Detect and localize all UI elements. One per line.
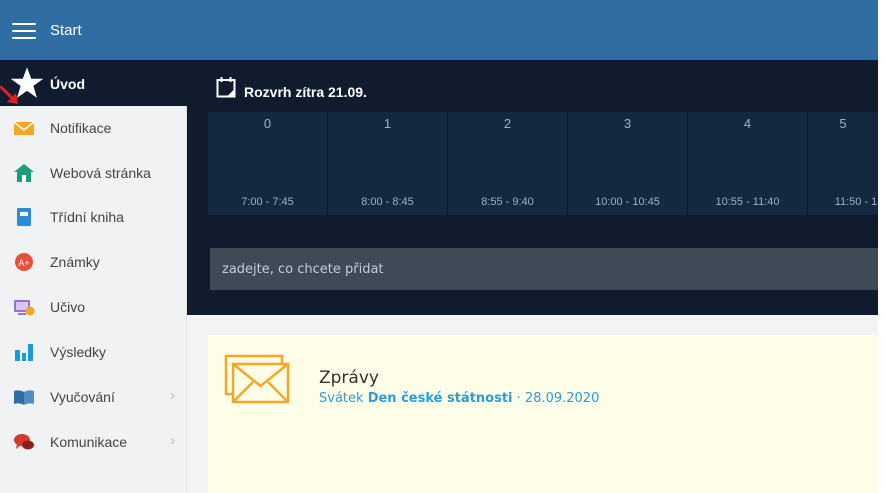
period-time: 8:55 - 9:40 [481,196,534,208]
monitor-icon [14,300,35,316]
sidebar-item-label: Učivo [50,299,86,315]
period-cell[interactable]: 2 8:55 - 9:40 [448,112,568,215]
sidebar-item-ucivo[interactable]: Učivo [0,285,186,329]
menu-icon[interactable] [12,23,36,39]
sidebar-item-label: Webová stránka [50,165,151,181]
chevron-right-icon: › [170,432,176,449]
open-book-icon [14,390,34,405]
period-time: 7:00 - 7:45 [241,196,294,208]
bar-chart-icon [15,344,33,361]
sidebar-item-label: Komunikace [50,434,128,450]
envelope-icon [224,354,290,404]
book-icon [17,208,31,226]
holiday-date: · 28.09.2020 [516,391,600,406]
svg-text:A+: A+ [18,258,29,268]
period-cell[interactable]: 4 10:55 - 11:40 [688,112,808,215]
sidebar-item-tridni-kniha[interactable]: Třídní kniha [0,195,186,239]
home-link[interactable]: Úvod [0,60,186,106]
period-number: 1 [383,116,392,131]
period-number: 2 [503,116,512,131]
sidebar-item-vyucovani[interactable]: Vyučování › [0,375,186,419]
schedule-periods: 0 7:00 - 7:45 1 8:00 - 8:45 2 8:55 - 9:4… [208,112,878,215]
sidebar-item-label: Notifikace [50,120,112,136]
period-number: 0 [263,116,272,131]
period-cell[interactable]: 0 7:00 - 7:45 [208,112,328,215]
sidebar-item-label: Známky [50,254,100,270]
sidebar-item-znamky[interactable]: A+ Známky [0,240,186,284]
period-cell[interactable]: 5 11:50 - 1 [808,112,878,215]
period-number: 4 [743,116,752,131]
holiday-name: Den české státnosti [367,391,513,406]
pointer-arrow-icon [0,86,18,104]
add-input[interactable] [210,248,878,290]
sidebar-item-komunikace[interactable]: Komunikace › [0,420,186,464]
period-number: 3 [623,116,632,131]
schedule-title-text: Rozvrh zítra 21.09. [244,84,367,100]
sidebar-item-label: Výsledky [50,344,107,360]
app-title: Start [50,22,82,39]
period-number: 5 [839,116,847,131]
sidebar-item-webova-stranka[interactable]: Webová stránka [0,151,186,195]
envelope-icon [13,121,35,135]
period-cell[interactable]: 1 8:00 - 8:45 [328,112,448,215]
period-cell[interactable]: 3 10:00 - 10:45 [568,112,688,215]
holiday-prefix: Svátek [319,391,364,406]
chat-icon [14,434,34,450]
period-time: 8:00 - 8:45 [361,196,414,208]
sidebar-item-label: Třídní kniha [50,209,124,225]
calendar-icon [216,77,236,98]
period-time: 11:50 - 1 [834,196,878,208]
home-icon [14,164,34,182]
sidebar-item-vysledky[interactable]: Výsledky [0,330,186,374]
messages-card[interactable]: Zprávy Svátek Den české státnosti · 28.0… [208,335,878,493]
sidebar-item-label: Vyučování [50,389,115,405]
grades-icon: A+ [15,253,33,271]
chevron-right-icon: › [170,387,176,404]
top-bar: Start [0,0,878,60]
messages-subtitle[interactable]: Svátek Den české státnosti · 28.09.2020 [319,391,599,406]
messages-title: Zprávy [319,368,379,388]
period-time: 10:00 - 10:45 [595,196,660,208]
sidebar: Notifikace Webová stránka Třídní kniha A… [0,106,187,493]
home-label: Úvod [50,76,85,92]
period-time: 10:55 - 11:40 [715,196,780,208]
sidebar-item-notifikace[interactable]: Notifikace [0,106,186,150]
